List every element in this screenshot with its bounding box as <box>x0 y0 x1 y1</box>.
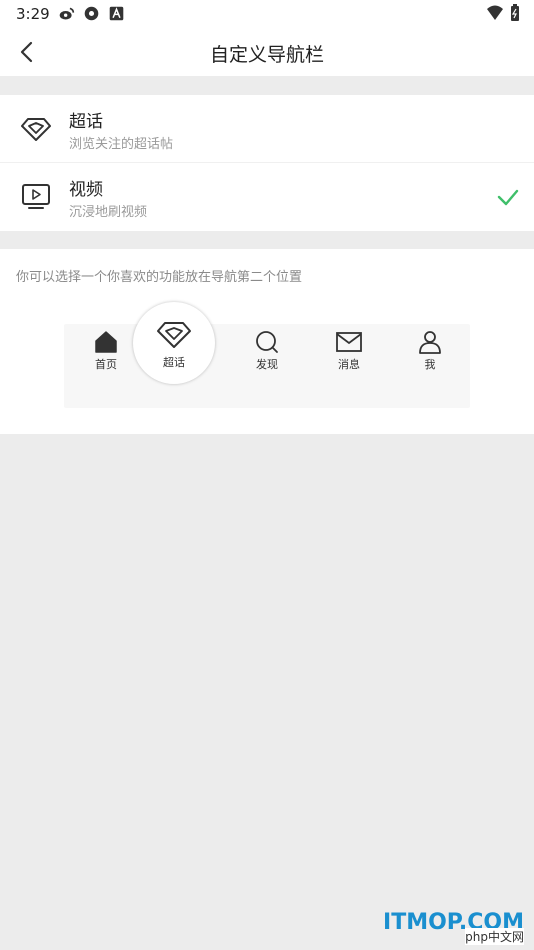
status-notification-icons <box>58 5 125 22</box>
tab-me: 我 <box>400 330 460 372</box>
option-title: 视频 <box>69 180 103 200</box>
tabbar-preview-section: 你可以选择一个你喜欢的功能放在导航第二个位置 首页 发现 消息 我 超话 <box>0 249 534 434</box>
preview-hint: 你可以选择一个你喜欢的功能放在导航第二个位置 <box>16 270 303 285</box>
status-system-icons <box>486 4 520 22</box>
option-item-supertopic[interactable]: 超话 浏览关注的超话帖 <box>0 95 534 163</box>
option-title: 超话 <box>69 112 103 132</box>
checkmark-icon <box>497 189 519 206</box>
mail-icon <box>336 332 362 352</box>
aperture-icon <box>84 6 99 21</box>
person-icon <box>419 331 441 354</box>
tab-label: 超话 <box>163 356 185 369</box>
tab-home: 首页 <box>76 330 136 372</box>
tab-label: 首页 <box>95 358 117 371</box>
tab-messages: 消息 <box>319 330 379 372</box>
tab-label: 我 <box>424 358 436 371</box>
tab-label: 消息 <box>338 358 360 371</box>
status-bar: 3:29 <box>0 0 534 28</box>
tab-supertopic-highlight: 超话 <box>133 302 215 384</box>
wifi-icon <box>487 5 503 20</box>
tab-discover: 发现 <box>237 330 297 372</box>
battery-icon <box>511 4 519 21</box>
nav-bar: 自定义导航栏 <box>0 28 534 76</box>
watermark-sub: php中文网 <box>465 928 524 945</box>
option-list: 超话 浏览关注的超话帖 视频 沉浸地刷视频 <box>0 95 534 231</box>
home-icon <box>95 331 117 353</box>
option-item-video[interactable]: 视频 沉浸地刷视频 <box>0 163 534 231</box>
page-title: 自定义导航栏 <box>209 44 324 66</box>
status-time: 3:29 <box>16 5 50 23</box>
option-subtitle: 浏览关注的超话帖 <box>69 137 174 152</box>
search-icon <box>256 331 278 353</box>
diamond-icon <box>157 322 191 348</box>
tab-label: 发现 <box>256 358 278 371</box>
option-subtitle: 沉浸地刷视频 <box>69 205 148 220</box>
weibo-icon <box>59 7 75 20</box>
app-a-icon <box>109 6 124 21</box>
video-icon <box>18 179 54 215</box>
diamond-icon <box>18 111 54 147</box>
tabbar-preview: 首页 发现 消息 我 <box>64 324 470 408</box>
